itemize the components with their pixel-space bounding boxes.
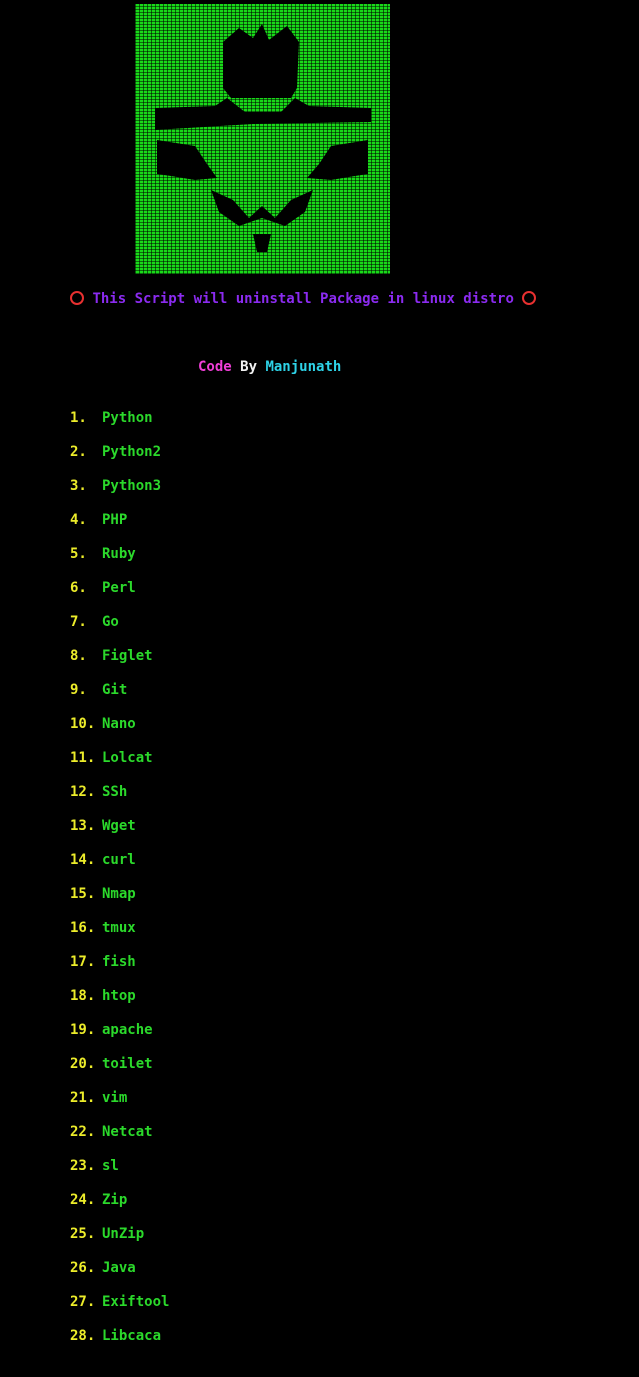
ascii-art-hacker-mask-logo bbox=[135, 4, 390, 274]
menu-item-label: Nmap bbox=[102, 886, 136, 902]
menu-item-number: 15. bbox=[70, 886, 96, 902]
menu-item-label: Zip bbox=[102, 1192, 128, 1208]
menu-item-number: 8. bbox=[70, 648, 87, 664]
menu-item-apache: 19. apache bbox=[70, 1020, 169, 1054]
menu-item-label: tmux bbox=[102, 920, 136, 936]
menu-item-number: 21. bbox=[70, 1090, 96, 1106]
menu-item-number: 11. bbox=[70, 750, 96, 766]
menu-item-fish: 17. fish bbox=[70, 952, 169, 986]
menu-item-php: 4. PHP bbox=[70, 510, 169, 544]
menu-item-number: 3. bbox=[70, 478, 87, 494]
menu-item-label: vim bbox=[102, 1090, 128, 1106]
menu-item-tmux: 16. tmux bbox=[70, 918, 169, 952]
menu-item-label: Netcat bbox=[102, 1124, 153, 1140]
menu-item-perl: 6. Perl bbox=[70, 578, 169, 612]
menu-item-number: 20. bbox=[70, 1056, 96, 1072]
menu-item-label: UnZip bbox=[102, 1226, 145, 1242]
menu-item-ruby: 5. Ruby bbox=[70, 544, 169, 578]
menu-item-toilet: 20. toilet bbox=[70, 1054, 169, 1088]
menu-item-number: 17. bbox=[70, 954, 96, 970]
menu-item-number: 9. bbox=[70, 682, 87, 698]
menu-item-label: Figlet bbox=[102, 648, 153, 664]
menu-item-label: Python bbox=[102, 410, 153, 426]
menu-item-curl: 14. curl bbox=[70, 850, 169, 884]
menu-item-libcaca: 28. Libcaca bbox=[70, 1326, 169, 1360]
menu-item-python3: 3. Python3 bbox=[70, 476, 169, 510]
menu-item-number: 22. bbox=[70, 1124, 96, 1140]
menu-item-label: Libcaca bbox=[102, 1328, 162, 1344]
red-circle-icon bbox=[522, 291, 537, 305]
menu-item-number: 27. bbox=[70, 1294, 96, 1310]
red-circle-icon bbox=[70, 291, 84, 305]
menu-item-java: 26. Java bbox=[70, 1258, 169, 1292]
mask-silhouette-icon bbox=[155, 24, 371, 252]
menu-item-number: 7. bbox=[70, 614, 87, 630]
menu-item-label: Java bbox=[102, 1260, 136, 1276]
menu-item-number: 4. bbox=[70, 512, 87, 528]
menu-item-label: SSh bbox=[102, 784, 128, 800]
menu-item-number: 16. bbox=[70, 920, 96, 936]
menu-item-number: 6. bbox=[70, 580, 87, 596]
menu-item-number: 14. bbox=[70, 852, 96, 868]
menu-item-nano: 10. Nano bbox=[70, 714, 169, 748]
menu-item-number: 13. bbox=[70, 818, 96, 834]
banner-text: This Script will uninstall Package in li… bbox=[92, 291, 514, 307]
menu-item-label: Nano bbox=[102, 716, 136, 732]
menu-item-go: 7. Go bbox=[70, 612, 169, 646]
menu-item-unzip: 25. UnZip bbox=[70, 1224, 169, 1258]
menu-item-label: toilet bbox=[102, 1056, 153, 1072]
menu-item-label: apache bbox=[102, 1022, 153, 1038]
menu-item-netcat: 22. Netcat bbox=[70, 1122, 169, 1156]
menu-item-number: 5. bbox=[70, 546, 87, 562]
menu-item-number: 2. bbox=[70, 444, 87, 460]
menu-item-wget: 13. Wget bbox=[70, 816, 169, 850]
menu-item-number: 23. bbox=[70, 1158, 96, 1174]
menu-item-python: 1. Python bbox=[70, 408, 169, 442]
menu-item-htop: 18. htop bbox=[70, 986, 169, 1020]
author-credit: Code By Manjunath bbox=[198, 357, 341, 377]
menu-item-number: 28. bbox=[70, 1328, 96, 1344]
menu-item-label: fish bbox=[102, 954, 136, 970]
menu-item-label: Python3 bbox=[102, 478, 162, 494]
menu-item-number: 25. bbox=[70, 1226, 96, 1242]
menu-item-exiftool: 27. Exiftool bbox=[70, 1292, 169, 1326]
credit-code-word: Code bbox=[198, 359, 232, 375]
menu-item-lolcat: 11. Lolcat bbox=[70, 748, 169, 782]
menu-item-ssh: 12. SSh bbox=[70, 782, 169, 816]
menu-item-label: Perl bbox=[102, 580, 136, 596]
menu-item-vim: 21. vim bbox=[70, 1088, 169, 1122]
script-description-banner: This Script will uninstall Package in li… bbox=[70, 289, 537, 309]
menu-item-number: 1. bbox=[70, 410, 87, 426]
menu-item-number: 24. bbox=[70, 1192, 96, 1208]
menu-item-label: htop bbox=[102, 988, 136, 1004]
menu-item-label: Exiftool bbox=[102, 1294, 170, 1310]
menu-item-number: 10. bbox=[70, 716, 96, 732]
menu-item-label: PHP bbox=[102, 512, 128, 528]
menu-item-label: Python2 bbox=[102, 444, 162, 460]
menu-item-figlet: 8. Figlet bbox=[70, 646, 169, 680]
menu-item-label: Git bbox=[102, 682, 128, 698]
menu-item-label: Lolcat bbox=[102, 750, 153, 766]
menu-item-label: curl bbox=[102, 852, 136, 868]
menu-item-number: 12. bbox=[70, 784, 96, 800]
credit-author-name: Manjunath bbox=[265, 359, 342, 375]
menu-item-sl: 23. sl bbox=[70, 1156, 169, 1190]
menu-item-label: Wget bbox=[102, 818, 136, 834]
menu-item-number: 26. bbox=[70, 1260, 96, 1276]
menu-item-python2: 2. Python2 bbox=[70, 442, 169, 476]
menu-item-zip: 24. Zip bbox=[70, 1190, 169, 1224]
menu-item-label: sl bbox=[102, 1158, 119, 1174]
menu-item-number: 18. bbox=[70, 988, 96, 1004]
credit-by-word: By bbox=[240, 359, 258, 375]
package-menu-list: 1. Python 2. Python2 3. Python3 4. PHP 5. Ruby 6. P… bbox=[70, 408, 169, 1360]
menu-item-label: Go bbox=[102, 614, 119, 630]
menu-item-label: Ruby bbox=[102, 546, 136, 562]
menu-item-git: 9. Git bbox=[70, 680, 169, 714]
menu-item-nmap: 15. Nmap bbox=[70, 884, 169, 918]
menu-item-number: 19. bbox=[70, 1022, 96, 1038]
